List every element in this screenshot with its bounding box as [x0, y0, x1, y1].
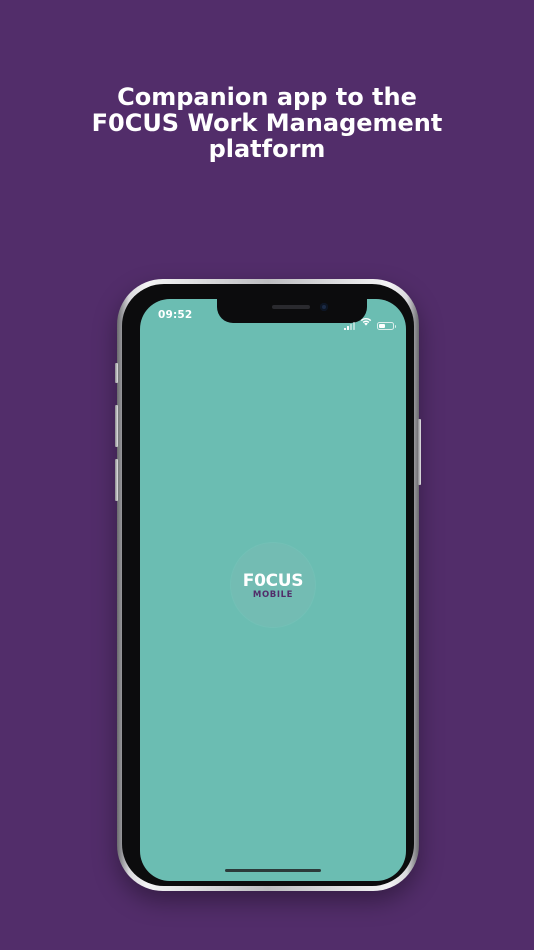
promo-headline: Companion app to the F0CUS Work Manageme… [0, 84, 534, 162]
battery-icon [377, 322, 396, 330]
signal-icon [344, 322, 355, 330]
status-icons [344, 311, 396, 330]
wifi-icon [360, 311, 372, 330]
mute-switch [115, 363, 118, 383]
battery-level [379, 324, 385, 328]
volume-down-button [115, 459, 118, 501]
headline-line-1: Companion app to the [117, 83, 417, 111]
status-time: 09:52 [158, 309, 193, 321]
logo-wordmark: F0CUS [242, 571, 304, 591]
phone-mockup: 09:52 F0CUS MOBILE [115, 279, 421, 891]
volume-up-button [115, 405, 118, 447]
home-indicator[interactable] [225, 869, 321, 872]
front-camera [320, 303, 328, 311]
power-button [418, 419, 421, 485]
focus-mobile-logo: F0CUS MOBILE [231, 543, 315, 627]
speaker-grille [272, 305, 310, 309]
app-screen: 09:52 F0CUS MOBILE [140, 299, 406, 881]
logo-subtitle: MOBILE [252, 590, 294, 600]
headline-line-2: F0CUS Work Management [91, 109, 443, 137]
headline-line-3: platform [208, 135, 326, 163]
phone-bezel: 09:52 F0CUS MOBILE [122, 284, 414, 886]
